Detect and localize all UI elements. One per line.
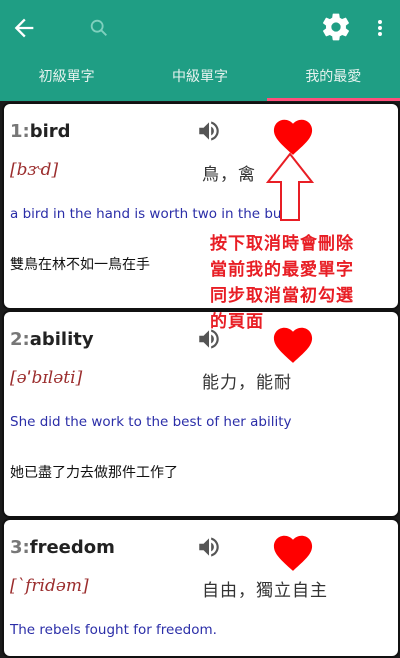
more-vert-icon [378, 20, 382, 36]
example-sentence: a bird in the hand is worth two in the b… [10, 206, 298, 222]
speaker-icon[interactable] [196, 534, 222, 560]
sentence-translation: 她已盡了力去做那件工作了 [10, 465, 178, 481]
search-icon [90, 19, 107, 36]
meaning: 自由，獨立自主 [202, 581, 328, 601]
word-card-ability[interactable]: 2:ability [əˈbɪləti] 能力，能耐 She did the w… [2, 310, 400, 518]
favorite-heart-icon[interactable] [270, 114, 316, 156]
annotation-line: 同步取消當初勾選 [210, 286, 354, 306]
meaning: 鳥，禽 [202, 165, 256, 185]
word-card-freedom[interactable]: 3:freedom [ˋfridəm] 自由，獨立自主 The rebels f… [2, 518, 400, 658]
annotation-line: 按下取消時會刪除 [210, 234, 354, 254]
annotation-line: 的頁面 [210, 312, 264, 332]
example-sentence: She did the work to the best of her abil… [10, 414, 292, 430]
word-title: 1:bird [10, 121, 71, 142]
annotation-line: 當前我的最愛單字 [210, 260, 354, 280]
phonetic: [əˈbɪləti] [10, 368, 83, 388]
word-title: 2:ability [10, 329, 94, 350]
word-title: 3:freedom [10, 537, 115, 558]
phonetic: [ˋfridəm] [10, 576, 89, 596]
word-index: 2: [10, 329, 30, 350]
tab-intermediate[interactable]: 中級單字 [133, 56, 266, 101]
tab-beginner[interactable]: 初級單字 [0, 56, 133, 101]
more-options-button[interactable] [372, 14, 388, 42]
app-bar [0, 0, 400, 56]
arrow-left-icon [14, 18, 34, 38]
annotation-arrow-icon [266, 152, 314, 221]
settings-button[interactable] [320, 11, 352, 43]
annotation-note: 按下取消時會刪除 當前我的最愛單字 同步取消當初勾選 的頁面 [210, 231, 400, 335]
phonetic: [bɝd] [10, 160, 59, 180]
word-index: 3: [10, 537, 30, 558]
sentence-translation: 雙鳥在林不如一鳥在手 [10, 257, 150, 273]
tab-bar: 初級單字 中級單字 我的最愛 [0, 56, 400, 101]
word-index: 1: [10, 121, 30, 142]
speaker-icon[interactable] [196, 118, 222, 144]
word-text: bird [29, 121, 71, 142]
search-button[interactable] [88, 17, 110, 39]
word-text: ability [29, 329, 94, 350]
gear-icon [323, 13, 349, 41]
tab-favorites[interactable]: 我的最愛 [266, 56, 400, 101]
meaning: 能力，能耐 [202, 373, 292, 393]
example-sentence: The rebels fought for freedom. [10, 622, 217, 638]
back-button[interactable] [10, 14, 38, 42]
favorite-heart-icon[interactable] [270, 530, 316, 572]
word-text: freedom [29, 537, 115, 558]
